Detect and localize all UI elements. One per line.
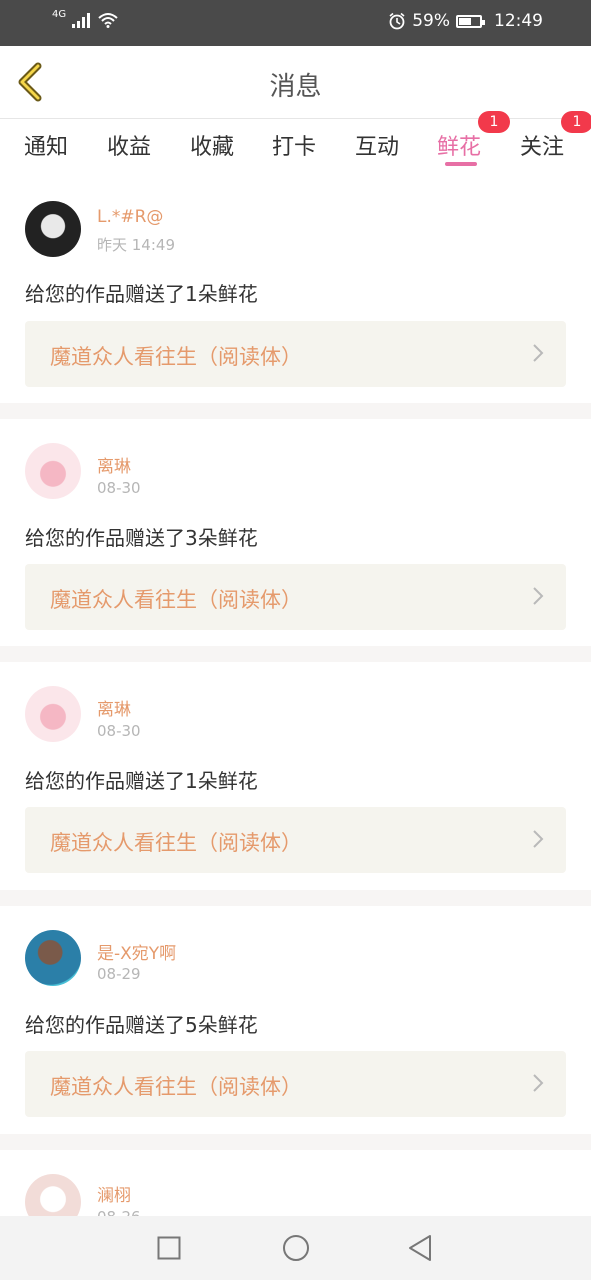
avatar[interactable] [25,930,81,986]
timestamp: 08-29 [97,965,141,983]
home-icon[interactable] [282,1234,310,1262]
recent-apps-icon[interactable] [157,1236,181,1260]
message-text: 给您的作品赠送了1朵鲜花 [25,769,258,793]
work-title: 魔道众人看往生（阅读体） [50,1075,302,1099]
wifi-icon [98,13,118,28]
avatar[interactable] [25,1174,81,1216]
active-tab-indicator [445,162,477,166]
app-header: 消息 [0,46,591,119]
network-type: 4G [52,8,67,20]
tab-notice[interactable]: 通知 [24,129,68,161]
clock: 12:49 [494,11,543,31]
message-card: L.*#R@ 昨天 14:49 给您的作品赠送了1朵鲜花 魔道众人看往生（阅读体… [0,185,591,403]
alarm-icon [389,12,405,30]
timestamp: 昨天 14:49 [97,236,175,254]
divider [0,1134,591,1150]
tab-bar: 通知 收益 收藏 打卡 互动 鲜花 关注 1 1 [0,111,591,173]
tab-flowers[interactable]: 鲜花 [437,129,481,161]
username[interactable]: 离琳 [97,452,131,477]
message-text: 给您的作品赠送了5朵鲜花 [25,1013,258,1037]
page-title: 消息 [269,72,322,102]
work-link[interactable]: 魔道众人看往生（阅读体） [25,1051,566,1117]
username[interactable]: 是-X宛Y啊 [97,939,176,964]
system-nav-bar [0,1216,591,1280]
message-card: 离琳 08-30 给您的作品赠送了1朵鲜花 魔道众人看往生（阅读体） [0,662,591,890]
tab-interaction[interactable]: 互动 [355,129,399,161]
work-title: 魔道众人看往生（阅读体） [50,588,302,612]
tab-follow[interactable]: 关注 [520,129,564,161]
chevron-right-icon [533,344,544,362]
username[interactable]: 离琳 [97,695,131,720]
work-link[interactable]: 魔道众人看往生（阅读体） [25,564,566,630]
work-title: 魔道众人看往生（阅读体） [50,345,302,369]
status-right: 59% 12:49 [388,11,543,31]
work-title: 魔道众人看往生（阅读体） [50,831,302,855]
status-bar: 4G 59% 12:49 [0,0,591,46]
timestamp: 08-30 [97,479,141,497]
message-card: 澜栩 08-26 [0,1150,591,1216]
tab-flowers-badge: 1 [478,111,510,133]
tab-earnings[interactable]: 收益 [107,129,151,161]
username[interactable]: L.*#R@ [97,207,163,227]
tab-favorites[interactable]: 收藏 [190,129,234,161]
status-left: 4G [52,8,118,28]
battery-icon [456,14,485,28]
timestamp: 08-30 [97,722,141,740]
avatar[interactable] [25,443,81,499]
battery-percent: 59% [412,11,450,31]
work-link[interactable]: 魔道众人看往生（阅读体） [25,807,566,873]
work-link[interactable]: 魔道众人看往生（阅读体） [25,321,566,387]
avatar[interactable] [25,201,81,257]
username[interactable]: 澜栩 [97,1181,131,1206]
chevron-right-icon [533,587,544,605]
divider [0,646,591,662]
message-card: 是-X宛Y啊 08-29 给您的作品赠送了5朵鲜花 魔道众人看往生（阅读体） [0,906,591,1134]
divider [0,403,591,419]
timestamp: 08-26 [97,1208,141,1216]
chevron-right-icon [533,1074,544,1092]
message-text: 给您的作品赠送了1朵鲜花 [25,282,258,306]
back-nav-icon[interactable] [406,1234,434,1262]
message-text: 给您的作品赠送了3朵鲜花 [25,526,258,550]
signal-icon [72,13,91,28]
divider [0,890,591,906]
avatar[interactable] [25,686,81,742]
chevron-right-icon [533,830,544,848]
tab-checkin[interactable]: 打卡 [272,129,316,161]
message-card: 离琳 08-30 给您的作品赠送了3朵鲜花 魔道众人看往生（阅读体） [0,419,591,646]
tab-follow-badge: 1 [561,111,591,133]
